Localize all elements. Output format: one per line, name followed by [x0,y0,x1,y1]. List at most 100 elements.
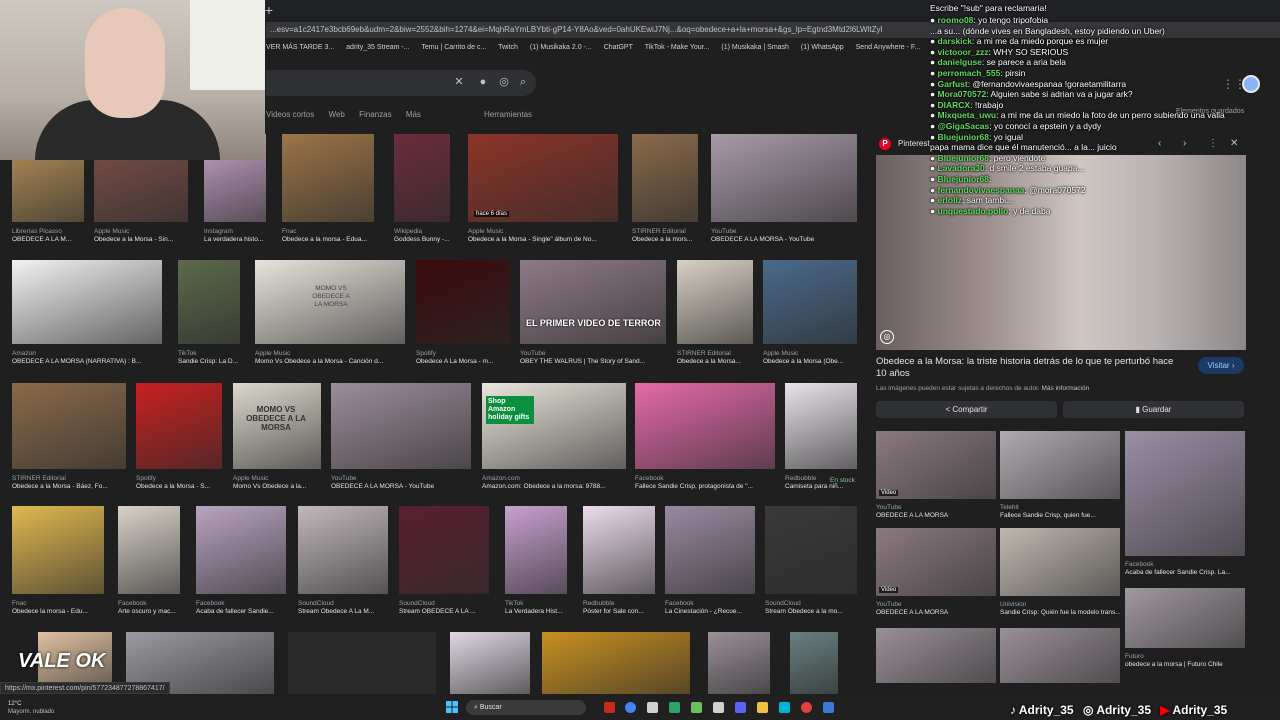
result-caption[interactable]: Spotify Obedece A La Morsa - m... [416,350,510,366]
app-icon[interactable] [713,702,724,713]
filter-videos-cortos[interactable]: Videos cortos [266,110,314,119]
bookmark-item[interactable]: Temu | Carrito de c... [421,44,486,51]
share-button[interactable]: < Compartir [876,401,1057,418]
weather-widget[interactable]: 12°C Mayorm. nublado [8,700,54,716]
related-thumbnail[interactable] [1125,431,1245,556]
result-caption[interactable]: SoundCloud Stream Obedece a la mo... [765,600,857,616]
bookmark-item[interactable]: (1) Musikaka | Smash [721,44,789,51]
result-caption[interactable]: STIRNER Editorial Obedece a la Morsa... [677,350,753,366]
result-thumbnail[interactable] [12,260,162,344]
result-caption[interactable]: YouTube OBEDECE A LA MORSA - YouTube [711,228,857,244]
filter-mas[interactable]: Más [406,110,421,119]
result-caption[interactable]: Apple Music Momo Vs Obedece a la... [233,475,321,491]
related-thumbnail[interactable] [1000,528,1120,596]
result-thumbnail[interactable] [785,383,857,469]
result-caption[interactable]: YouTube OBEDECE A LA MORSA - YouTube [331,475,471,491]
result-caption[interactable]: Fnac Obedece la morsa - Edu... [12,600,104,616]
clear-icon[interactable]: ✕ [452,75,466,89]
app-icon[interactable] [669,702,680,713]
opera-icon[interactable] [604,702,615,713]
result-caption[interactable]: Facebook Acaba de fallecer Sandie... [196,600,286,616]
result-caption[interactable]: Instagram La verdadera histo... [204,228,274,244]
result-caption[interactable]: Apple Music Obedece a la Morsa - Single" … [468,228,618,244]
related-thumbnail[interactable]: Video [876,431,996,499]
related-thumbnail[interactable] [1000,628,1120,683]
result-thumbnail[interactable] [505,506,567,594]
result-caption[interactable]: Facebook Arte oscuro y mac... [118,600,188,616]
result-thumbnail[interactable] [118,506,180,594]
result-caption[interactable]: Amazon.com Amazon.com: Obedece a la morsa… [482,475,626,491]
result-thumbnail[interactable] [632,134,698,222]
bookmark-item[interactable]: Send Anywhere - F... [856,44,921,51]
result-caption[interactable]: STIRNER Editorial Obedece a la Morsa - Bá… [12,475,126,491]
result-thumbnail[interactable] [288,632,436,694]
result-thumbnail[interactable] [178,260,240,344]
result-caption[interactable]: YouTube OBEY THE WALRUS | The Story of Sa… [520,350,666,366]
filter-finanzas[interactable]: Finanzas [359,110,391,119]
bookmark-item[interactable]: (1) WhatsApp [801,44,844,51]
save-button[interactable]: ▮ Guardar [1063,401,1244,418]
result-thumbnail[interactable] [12,506,104,594]
discord-icon[interactable] [735,702,746,713]
app-icon[interactable] [691,702,702,713]
result-thumbnail[interactable] [136,383,222,469]
result-caption[interactable]: Facebook Fallece Sandie Crisp, protagonis… [635,475,775,491]
result-thumbnail[interactable] [665,506,755,594]
result-caption[interactable]: TikTok La Verdadera Hist... [505,600,575,616]
windows-start-icon[interactable] [446,701,458,713]
microphone-icon[interactable]: ● [476,75,490,89]
result-thumbnail[interactable] [763,260,857,344]
result-thumbnail[interactable] [635,383,775,469]
related-caption[interactable]: Telehit Fallece Sandie Crisp, quien fue..… [1000,504,1120,520]
tools-button[interactable]: Herramientas [484,108,532,122]
more-info-link[interactable]: Más información [1042,385,1090,392]
result-caption[interactable]: Apple Music Momo Vs Obedece a la Morsa - … [255,350,405,366]
result-thumbnail[interactable] [450,632,530,694]
result-caption[interactable]: Amazon OBEDECE A LA MORSA (NARRATIVA) : B… [12,350,162,366]
steam-icon[interactable] [823,702,834,713]
search-icon[interactable]: ⌕ [516,75,530,89]
related-thumbnail[interactable]: Video [876,528,996,596]
result-thumbnail[interactable] [12,383,126,469]
result-caption[interactable]: Redbubble Póster for Sale con... [583,600,655,616]
bookmark-item[interactable]: ChatGPT [604,44,633,51]
result-thumbnail[interactable] [196,506,286,594]
related-thumbnail[interactable] [1000,431,1120,499]
result-caption[interactable]: SoundCloud Stream OBEDECE A LA ... [399,600,489,616]
chrome-icon[interactable] [625,702,636,713]
filter-web[interactable]: Web [329,110,345,119]
result-thumbnail[interactable] [282,134,374,222]
related-caption[interactable]: YouTube OBEDECE A LA MORSA [876,601,996,617]
panel-source[interactable]: Pinterest [898,139,930,148]
related-thumbnail[interactable] [876,628,996,683]
bookmark-item[interactable]: VER MÁS TARDE 3... [266,44,334,51]
result-thumbnail[interactable] [790,632,838,694]
result-caption[interactable]: Apple Music Obedece a la Morsa - Sin... [94,228,188,244]
lens-icon[interactable]: ◎ [880,330,894,344]
result-thumbnail[interactable] [520,260,666,344]
file-icon[interactable] [647,702,658,713]
result-thumbnail[interactable] [468,134,618,222]
preview-title[interactable]: Obedece a la Morsa: la triste historia d… [876,356,1176,380]
result-thumbnail[interactable] [765,506,857,594]
edge-icon[interactable] [779,702,790,713]
result-thumbnail[interactable] [399,506,489,594]
related-caption[interactable]: Facebook Acaba de fallecer Sandie Crisp. … [1125,561,1245,577]
result-caption[interactable]: Apple Music Obedece a la Morsa (Obe... [763,350,857,366]
related-thumbnail[interactable] [1125,588,1245,648]
result-caption[interactable]: Fnac Obedece a la morsa - Edua... [282,228,374,244]
result-thumbnail[interactable] [394,134,450,222]
folder-icon[interactable] [757,702,768,713]
result-thumbnail[interactable] [711,134,857,222]
result-thumbnail[interactable] [298,506,388,594]
result-thumbnail[interactable] [542,632,690,694]
result-caption[interactable]: Spotify Obedece a la Morsa - S... [136,475,222,491]
camera-search-icon[interactable]: ◎ [497,75,511,89]
result-caption[interactable]: Facebook La Cinestación - ¿Recue... [665,600,755,616]
result-caption[interactable]: Wikipedia Goddess Bunny -... [394,228,464,244]
visit-button[interactable]: Visitar › [1198,357,1244,374]
result-caption[interactable]: STIRNER Editorial Obedece a la mors... [632,228,702,244]
related-caption[interactable]: Univision Sandie Crisp: Quién fue la mode… [1000,601,1120,617]
related-caption[interactable]: Futuro obedece a la morsa | Futuro Chile [1125,653,1245,669]
result-thumbnail[interactable] [677,260,753,344]
